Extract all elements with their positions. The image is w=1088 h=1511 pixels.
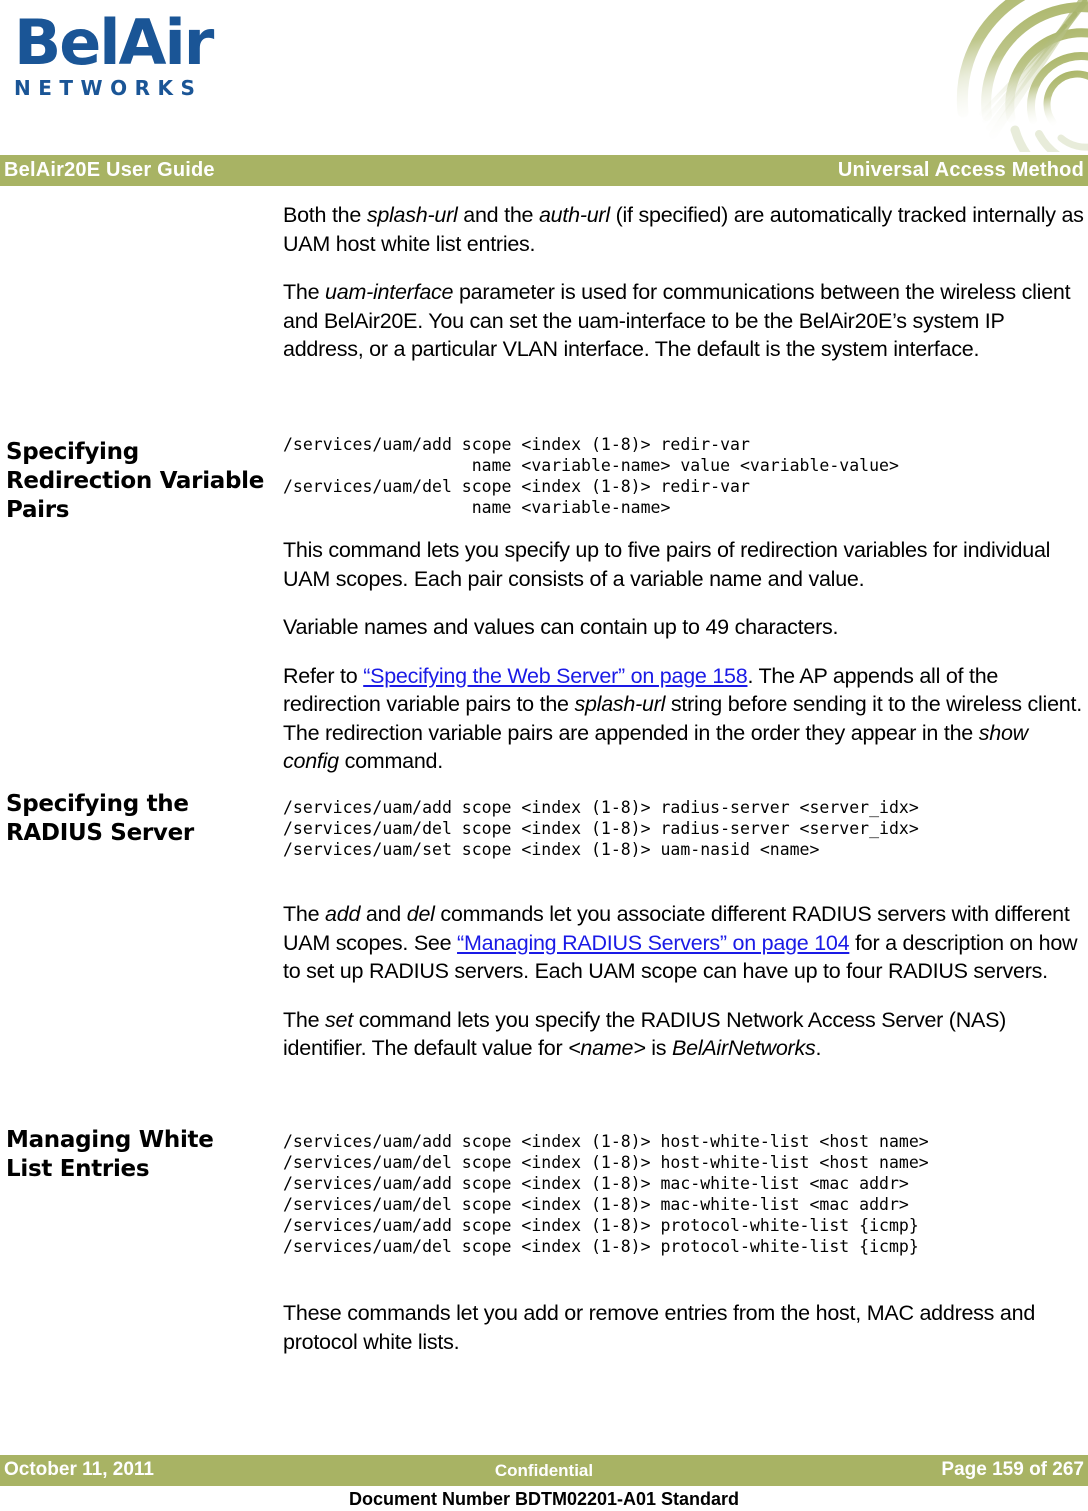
text-run: . bbox=[815, 1036, 822, 1060]
text-run: and the bbox=[457, 203, 539, 227]
term-auth-url: auth-url bbox=[538, 203, 610, 227]
belair-networks-logo: BelAir NETWORKS bbox=[14, 12, 244, 112]
paragraph-redir-refer: Refer to “Specifying the Web Server” on … bbox=[283, 662, 1088, 776]
running-footer-bar: October 11, 2011 Confidential Page 159 o… bbox=[0, 1455, 1088, 1486]
term-del: del bbox=[406, 902, 435, 926]
text-run: The bbox=[283, 1007, 326, 1032]
paragraph-redir-49-chars: Variable names and values can contain up… bbox=[283, 615, 839, 639]
term-add: add bbox=[325, 902, 361, 926]
footer-page-number: Page 159 of 267 bbox=[941, 1459, 1084, 1480]
link-specifying-the-web-server[interactable]: “Specifying the Web Server” on page 158 bbox=[363, 664, 748, 688]
section-body-radius-server: /services/uam/add scope <index (1-8)> ra… bbox=[283, 797, 1088, 1083]
logo-tagline: NETWORKS bbox=[14, 76, 203, 100]
paragraph-white-list-summary: These commands let you add or remove ent… bbox=[283, 1301, 1036, 1354]
section-heading-specifying-redirection-variable-pairs: Specifying Redirection Variable Pairs bbox=[6, 439, 265, 523]
text-run: The bbox=[283, 902, 326, 926]
header-guide-title: BelAir20E User Guide bbox=[4, 159, 215, 181]
section-body-redirection-variable-pairs: /services/uam/add scope <index (1-8)> re… bbox=[283, 434, 1088, 796]
masthead: BelAir NETWORKS bbox=[0, 0, 1088, 155]
section-body-white-list-entries: /services/uam/add scope <index (1-8)> ho… bbox=[283, 1131, 1088, 1376]
term-belairnetworks: BelAirNetworks bbox=[672, 1036, 816, 1060]
header-chapter-title: Universal Access Method bbox=[837, 159, 1084, 181]
term-splash-url: splash-url bbox=[574, 692, 666, 716]
running-header-bar: BelAir20E User Guide Universal Access Me… bbox=[0, 155, 1088, 186]
text-run: The bbox=[283, 280, 326, 304]
text-run: command. bbox=[338, 749, 444, 773]
footer-classification: Confidential bbox=[494, 1461, 594, 1480]
term-uam-interface: uam-interface bbox=[325, 280, 454, 304]
paragraph-radius-add-del: The add and del commands let you associa… bbox=[283, 900, 1088, 986]
term-set: set bbox=[325, 1007, 353, 1032]
section-heading-managing-white-list-entries: Managing White List Entries bbox=[6, 1127, 214, 1182]
footer-document-number: Document Number BDTM02201-A01 Standard bbox=[348, 1489, 740, 1509]
cli-code-block-white-list: /services/uam/add scope <index (1-8)> ho… bbox=[283, 1132, 929, 1256]
text-run: is bbox=[645, 1036, 673, 1060]
cli-code-block-radius-server: /services/uam/add scope <index (1-8)> ra… bbox=[283, 798, 919, 859]
text-run: Both the bbox=[283, 203, 367, 227]
cli-code-block-redir-var: /services/uam/add scope <index (1-8)> re… bbox=[283, 435, 899, 517]
network-arcs-graphic bbox=[953, 0, 1088, 152]
text-run: Refer to bbox=[283, 663, 364, 688]
paragraph-radius-set-nasid: The set command lets you specify the RAD… bbox=[283, 1006, 1088, 1063]
link-managing-radius-servers[interactable]: “Managing RADIUS Servers” on page 104 bbox=[457, 931, 850, 955]
paragraph-splash-auth-url: Both the splash-url and the auth-url (if… bbox=[283, 201, 1088, 258]
term-name-placeholder: <name> bbox=[568, 1036, 646, 1060]
term-splash-url: splash-url bbox=[366, 203, 458, 227]
intro-section: Both the splash-url and the auth-url (if… bbox=[283, 201, 1088, 384]
section-heading-specifying-the-radius-server: Specifying the RADIUS Server bbox=[6, 791, 194, 846]
logo-wordmark: BelAir bbox=[14, 6, 214, 79]
paragraph-uam-interface: The uam-interface parameter is used for … bbox=[283, 278, 1088, 364]
page-body: Both the splash-url and the auth-url (if… bbox=[0, 186, 1088, 1416]
paragraph-redir-five-pairs: This command lets you specify up to five… bbox=[283, 538, 1051, 591]
text-run: and bbox=[360, 902, 407, 926]
